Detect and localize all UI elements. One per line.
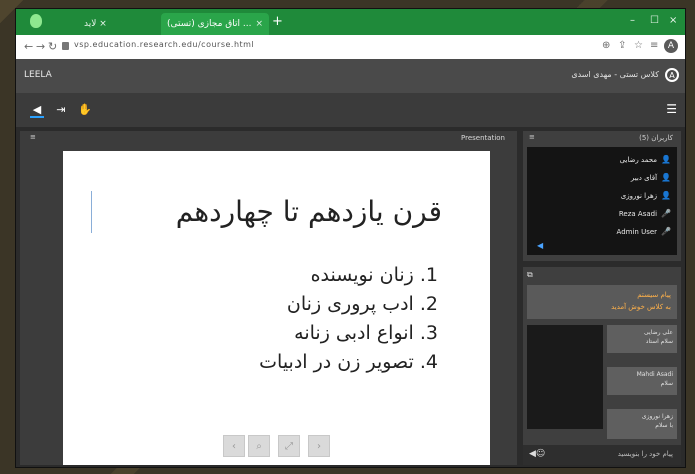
chat-message: علی رضایی سلام استاد bbox=[607, 325, 677, 353]
slide: قرن یازدهم تا چهاردهم 1. زنان نویسنده 2.… bbox=[63, 151, 490, 465]
user-icon: 👤 bbox=[661, 173, 671, 182]
back-icon[interactable]: ← bbox=[24, 40, 33, 53]
fullscreen-button[interactable]: ⤢ bbox=[278, 435, 300, 457]
user-item[interactable]: 👤 زهرا نوروزی bbox=[621, 191, 671, 200]
users-panel: ≡ کاربران (5) 👤 محمد رضایی 👤 آقای دبیر 👤… bbox=[523, 131, 681, 261]
zoom-button[interactable]: ⌕ bbox=[248, 435, 270, 457]
notice-line-2: به کلاس خوش آمدید bbox=[611, 303, 671, 311]
user-item[interactable]: 👤 آقای دبیر bbox=[631, 173, 671, 182]
chat-input-bar[interactable]: ◀☺ پیام خود را بنویسید bbox=[523, 445, 681, 465]
users-title: کاربران (5) bbox=[639, 134, 673, 142]
user-item[interactable]: 🎤 Admin User bbox=[617, 227, 671, 236]
next-slide-button[interactable]: › bbox=[308, 435, 330, 457]
slide-item: 1. زنان نویسنده bbox=[310, 264, 438, 286]
chat-input[interactable]: پیام خود را بنویسید bbox=[618, 450, 673, 458]
close-window-button[interactable]: × bbox=[669, 15, 677, 26]
system-notice: پیام سیستم به کلاس خوش آمدید bbox=[527, 285, 677, 319]
selection-indicator-icon: ◀ bbox=[537, 241, 544, 250]
menu-icon[interactable]: ☰ bbox=[666, 102, 677, 116]
profile-avatar[interactable]: A bbox=[664, 39, 678, 53]
meeting-toolbar: ◀ ⇥ ✋ ☰ bbox=[16, 93, 685, 127]
users-panel-icon[interactable]: ≡ bbox=[529, 133, 535, 141]
forward-icon[interactable]: → bbox=[36, 40, 45, 53]
new-tab-button[interactable]: + bbox=[272, 14, 283, 29]
slide-title: قرن یازدهم تا چهاردهم bbox=[175, 195, 442, 228]
tab-strip: لاید × اتاق مجازی (تستی) ... × + – ☐ × bbox=[16, 9, 685, 35]
user-icon: 👤 bbox=[661, 191, 671, 200]
app-header: LEELA کلاس تستی - مهدی اسدی A bbox=[16, 59, 685, 93]
chat-panel: ⧉ پیام سیستم به کلاس خوش آمدید علی رضایی… bbox=[523, 267, 681, 465]
hand-icon[interactable]: ✋ bbox=[78, 102, 92, 116]
slide-item: 3. انواع ادبی زنانه bbox=[294, 322, 438, 344]
extensions-icon[interactable]: ≡ bbox=[650, 40, 658, 51]
notice-line-1: پیام سیستم bbox=[637, 291, 671, 299]
close-tab-icon[interactable]: × bbox=[255, 19, 263, 29]
prev-slide-button[interactable]: ‹ bbox=[223, 435, 245, 457]
side-panels: ≡ کاربران (5) 👤 محمد رضایی 👤 آقای دبیر 👤… bbox=[523, 131, 681, 465]
chat-video-area bbox=[527, 325, 603, 429]
url-field[interactable]: vsp.education.research.edu/course.html bbox=[74, 40, 254, 49]
presentation-menu-icon[interactable]: ≡ bbox=[30, 133, 36, 141]
user-avatar[interactable]: A bbox=[665, 68, 679, 82]
address-bar: ← → ↻ vsp.education.research.edu/course.… bbox=[16, 35, 685, 59]
user-list: 👤 محمد رضایی 👤 آقای دبیر 👤 زهرا نوروزی 🎤… bbox=[527, 147, 677, 255]
presentation-label: Presentation bbox=[461, 134, 505, 142]
slide-item: 2. ادب پروری زنان bbox=[286, 293, 438, 315]
speaker-icon[interactable]: ◀ bbox=[30, 102, 44, 118]
app-logo-icon bbox=[30, 14, 42, 28]
app-name: LEELA bbox=[24, 70, 52, 80]
chat-icon[interactable]: ⧉ bbox=[527, 270, 533, 280]
user-item[interactable]: 👤 محمد رضایی bbox=[620, 155, 671, 164]
mic-icon: 🎤 bbox=[661, 209, 671, 218]
tab-1-label: لاید × bbox=[84, 19, 107, 29]
tab-2-label: اتاق مجازی (تستی) ... bbox=[167, 19, 252, 29]
user-item[interactable]: 🎤 Reza Asadi bbox=[619, 209, 671, 218]
lock-icon bbox=[62, 42, 69, 50]
minimize-button[interactable]: – bbox=[630, 15, 635, 26]
text-cursor bbox=[91, 191, 92, 233]
share-icon[interactable]: ⇪ bbox=[618, 40, 626, 51]
presentation-header: ≡ Presentation bbox=[20, 131, 517, 145]
maximize-button[interactable]: ☐ bbox=[650, 15, 659, 26]
mic-icon: 🎤 bbox=[661, 227, 671, 236]
user-label: کلاس تستی - مهدی اسدی bbox=[571, 70, 659, 79]
chat-message: زهرا نوروزی با سلام bbox=[607, 409, 677, 439]
slide-item: 4. تصویر زن در ادبیات bbox=[259, 351, 438, 373]
content-area: ≡ Presentation قرن یازدهم تا چهاردهم 1. … bbox=[16, 127, 685, 467]
slide-list: 1. زنان نویسنده 2. ادب پروری زنان 3. انو… bbox=[138, 261, 438, 377]
browser-window: لاید × اتاق مجازی (تستی) ... × + – ☐ × ←… bbox=[15, 8, 686, 468]
emoji-icon[interactable]: ◀☺ bbox=[529, 449, 545, 459]
star-icon[interactable]: ☆ bbox=[634, 40, 643, 51]
users-header: ≡ کاربران (5) bbox=[523, 131, 681, 145]
exit-icon[interactable]: ⇥ bbox=[54, 102, 68, 116]
tab-2[interactable]: اتاق مجازی (تستی) ... × bbox=[161, 13, 269, 35]
translate-icon[interactable]: ⊕ bbox=[602, 40, 610, 51]
chat-message: Mahdi Asadi سلام bbox=[607, 367, 677, 395]
tab-1[interactable]: لاید × bbox=[78, 13, 160, 35]
presentation-pane: ≡ Presentation قرن یازدهم تا چهاردهم 1. … bbox=[20, 131, 517, 465]
user-icon: 👤 bbox=[661, 155, 671, 164]
reload-icon[interactable]: ↻ bbox=[48, 40, 57, 53]
